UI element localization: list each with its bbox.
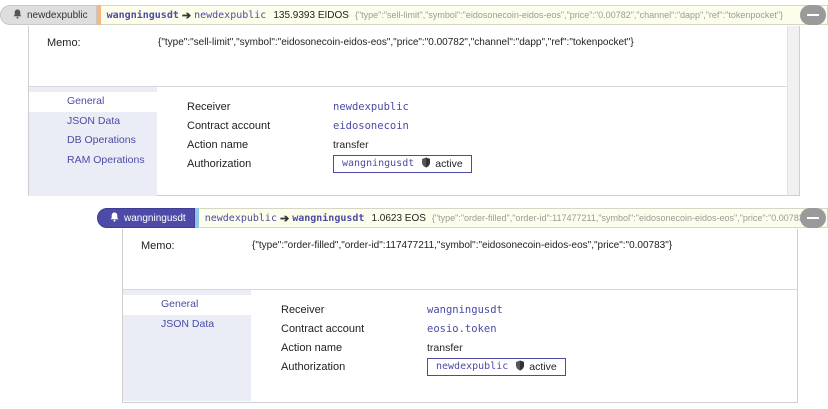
authorization-actor[interactable]: newdexpublic bbox=[436, 361, 508, 372]
memo-inline: {"type":"order-filled","order-id":117477… bbox=[431, 213, 811, 223]
contract-label: Contract account bbox=[187, 119, 271, 132]
collapse-button[interactable] bbox=[800, 208, 826, 228]
action-header[interactable]: newdexpublic wangningusdt ➔ newdexpublic… bbox=[0, 4, 828, 26]
from-account[interactable]: newdexpublic bbox=[205, 213, 277, 224]
detail-panel: General JSON Data DB Operations RAM Oper… bbox=[29, 26, 799, 196]
collapse-button[interactable] bbox=[800, 5, 826, 25]
authorization-label: Authorization bbox=[281, 360, 346, 373]
receiver-pill-label: newdexpublic bbox=[27, 9, 88, 21]
contract-row: Contract account eosio.token bbox=[281, 319, 797, 338]
shield-icon bbox=[421, 157, 431, 171]
detail-panel: General JSON Data Receiver wangningusdt … bbox=[123, 289, 797, 401]
bell-icon bbox=[110, 212, 119, 224]
receiver-pill-label: wangningusdt bbox=[124, 212, 186, 224]
action-card-1: newdexpublic wangningusdt ➔ newdexpublic… bbox=[0, 4, 828, 196]
quantity: 1.0623 EOS bbox=[371, 212, 426, 224]
memo-inline: {"type":"sell-limit","symbol":"eidosonec… bbox=[354, 10, 784, 20]
contract-row: Contract account eidosonecoin bbox=[187, 116, 799, 135]
general-fields: Receiver wangningusdt Contract account e… bbox=[251, 290, 797, 401]
memo-label: Memo: bbox=[47, 37, 81, 49]
bell-icon bbox=[13, 9, 22, 21]
authorization-badge[interactable]: wangningusdt active bbox=[333, 154, 472, 173]
action-body: Memo: {"type":"sell-limit","symbol":"eid… bbox=[28, 26, 800, 196]
memo-value: {"type":"order-filled","order-id":117477… bbox=[252, 240, 673, 251]
tab-json-data[interactable]: JSON Data bbox=[123, 315, 251, 335]
receiver-label: Receiver bbox=[187, 100, 231, 113]
arrow-right-icon: ➔ bbox=[181, 9, 192, 22]
action-name-label: Action name bbox=[187, 138, 249, 151]
memo-row: Memo: {"type":"sell-limit","symbol":"eid… bbox=[29, 26, 799, 86]
receiver-row: Receiver newdexpublic bbox=[187, 97, 799, 116]
contract-link[interactable]: eidosonecoin bbox=[333, 120, 409, 132]
action-header[interactable]: wangningusdt newdexpublic ➔ wangningusdt… bbox=[97, 207, 828, 229]
quantity: 135.9393 EIDOS bbox=[273, 9, 349, 21]
detail-nav: General JSON Data DB Operations RAM Oper… bbox=[29, 87, 157, 196]
from-account[interactable]: wangningusdt bbox=[107, 10, 179, 21]
minus-icon bbox=[807, 217, 819, 219]
authorization-permission: active bbox=[529, 360, 557, 373]
action-body: Memo: {"type":"order-filled","order-id":… bbox=[122, 229, 798, 403]
tab-ram-operations[interactable]: RAM Operations bbox=[29, 151, 157, 171]
shield-icon bbox=[515, 360, 525, 374]
action-summary: wangningusdt ➔ newdexpublic 135.9393 EID… bbox=[100, 5, 828, 25]
receiver-link[interactable]: wangningusdt bbox=[427, 304, 503, 316]
contract-label: Contract account bbox=[281, 322, 365, 335]
authorization-label: Authorization bbox=[187, 157, 252, 170]
contract-link[interactable]: eosio.token bbox=[427, 323, 497, 335]
general-fields: Receiver newdexpublic Contract account e… bbox=[157, 87, 799, 196]
receiver-pill[interactable]: wangningusdt bbox=[97, 208, 195, 228]
detail-nav: General JSON Data bbox=[123, 290, 251, 401]
tab-db-operations[interactable]: DB Operations bbox=[29, 131, 157, 151]
action-name-value: transfer bbox=[333, 138, 369, 151]
authorization-badge[interactable]: newdexpublic active bbox=[427, 357, 566, 376]
receiver-label: Receiver bbox=[281, 303, 325, 316]
to-account[interactable]: newdexpublic bbox=[194, 10, 266, 21]
authorization-actor[interactable]: wangningusdt bbox=[342, 158, 414, 169]
minus-icon bbox=[807, 14, 819, 16]
action-card-2: wangningusdt newdexpublic ➔ wangningusdt… bbox=[97, 207, 828, 403]
tab-json-data[interactable]: JSON Data bbox=[29, 112, 157, 132]
receiver-link[interactable]: newdexpublic bbox=[333, 101, 409, 113]
authorization-row: Authorization newdexpublic active bbox=[281, 357, 797, 376]
tab-general[interactable]: General bbox=[29, 92, 157, 112]
tab-general[interactable]: General bbox=[123, 295, 251, 315]
action-name-value: transfer bbox=[427, 341, 463, 354]
scrollbar[interactable] bbox=[787, 26, 799, 195]
action-name-label: Action name bbox=[281, 341, 343, 354]
action-summary: newdexpublic ➔ wangningusdt 1.0623 EOS {… bbox=[198, 208, 828, 228]
action-name-row: Action name transfer bbox=[187, 135, 799, 154]
action-name-row: Action name transfer bbox=[281, 338, 797, 357]
receiver-row: Receiver wangningusdt bbox=[281, 300, 797, 319]
authorization-row: Authorization wangningusdt active bbox=[187, 154, 799, 173]
memo-value: {"type":"sell-limit","symbol":"eidosonec… bbox=[158, 37, 634, 48]
authorization-permission: active bbox=[435, 157, 463, 170]
arrow-right-icon: ➔ bbox=[279, 212, 290, 225]
memo-row: Memo: {"type":"order-filled","order-id":… bbox=[123, 229, 797, 289]
receiver-pill[interactable]: newdexpublic bbox=[0, 5, 97, 25]
to-account[interactable]: wangningusdt bbox=[292, 213, 364, 224]
memo-label: Memo: bbox=[141, 240, 175, 252]
